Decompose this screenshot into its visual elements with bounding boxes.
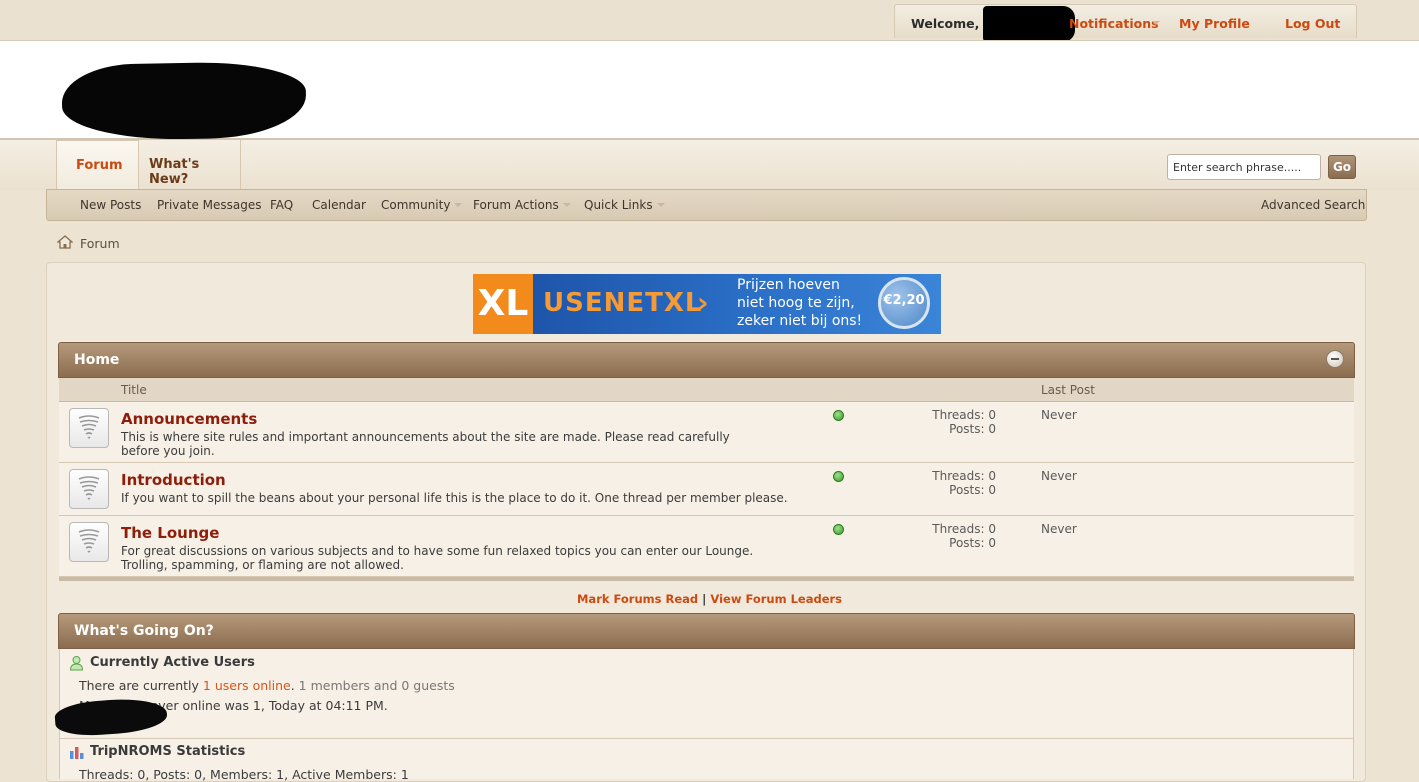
forum-description: For great discussions on various subject…: [121, 544, 754, 572]
banner-xl-logo: XL: [473, 274, 533, 334]
search-go-button[interactable]: Go: [1328, 155, 1356, 179]
forum-actions-menu[interactable]: Forum Actions: [473, 198, 571, 212]
forum-status-icon: [69, 522, 109, 562]
faq-link[interactable]: FAQ: [270, 198, 293, 212]
check-circle-icon: [833, 524, 844, 535]
forum-description: If you want to spill the beans about you…: [121, 491, 788, 505]
column-title: Title: [121, 383, 147, 397]
forum-title-announcements[interactable]: Announcements: [121, 410, 257, 428]
sub-navigation: New Posts Private Messages FAQ Calendar …: [46, 189, 1367, 221]
chevron-down-icon[interactable]: [1152, 21, 1160, 25]
online-prefix: There are currently: [79, 678, 203, 693]
forum-status-icon: [69, 469, 109, 509]
home-block-title: Home: [74, 352, 120, 368]
users-online-link[interactable]: 1 users online: [203, 678, 291, 693]
home-block-header: Home: [58, 342, 1355, 378]
chevron-down-icon: [454, 203, 463, 207]
link-separator: |: [702, 592, 707, 606]
thread-count: Threads: 0: [932, 469, 996, 483]
divider: [59, 738, 1354, 739]
forum-status-icon: [69, 408, 109, 448]
top-bar: Welcome, Notifications My Profile Log Ou…: [0, 0, 1419, 42]
calendar-link[interactable]: Calendar: [312, 198, 366, 212]
forum-column-header: Title Last Post: [59, 378, 1354, 402]
banner-line-1: Prijzen hoeven: [737, 277, 840, 293]
last-post: Never: [1041, 469, 1077, 483]
post-count: Posts: 0: [949, 422, 996, 436]
banner-brand: USENETXL: [543, 288, 703, 318]
statistics-heading: TripNROMS Statistics: [90, 744, 246, 759]
forum-actions-label: Forum Actions: [473, 198, 559, 212]
usenetxl-ad-banner[interactable]: XL USENETXL › Prijzen hoeven niet hoog t…: [473, 274, 941, 334]
private-messages-link[interactable]: Private Messages: [157, 198, 262, 212]
chevron-right-icon: ›: [697, 286, 709, 319]
new-posts-link[interactable]: New Posts: [80, 198, 141, 212]
online-summary: There are currently 1 users online. 1 me…: [79, 678, 455, 693]
tab-forum[interactable]: Forum: [56, 140, 139, 189]
bar-chart-icon: [70, 747, 84, 759]
block-footer-bar: [59, 577, 1354, 581]
welcome-box: Welcome, Notifications My Profile Log Ou…: [894, 4, 1357, 42]
thread-count: Threads: 0: [932, 522, 996, 536]
check-circle-icon: [833, 471, 844, 482]
active-users-heading: Currently Active Users: [90, 655, 255, 670]
forum-row: The Lounge For great discussions on vari…: [59, 516, 1354, 577]
forum-description: This is where site rules and important a…: [121, 430, 730, 458]
banner-price: €2,20: [883, 293, 925, 308]
last-post: Never: [1041, 522, 1077, 536]
online-detail: 1 members and 0 guests: [298, 678, 455, 693]
tab-forum-label: Forum: [76, 158, 123, 173]
site-logo-redaction[interactable]: [61, 60, 307, 142]
log-out-link[interactable]: Log Out: [1285, 16, 1340, 31]
view-forum-leaders-link[interactable]: View Forum Leaders: [710, 592, 842, 606]
search-input[interactable]: [1167, 154, 1321, 180]
notifications-link[interactable]: Notifications: [1069, 16, 1159, 31]
user-icon: [69, 656, 84, 671]
site-header: [0, 40, 1419, 142]
forum-title-the-lounge[interactable]: The Lounge: [121, 524, 219, 542]
forum-footer-links: Mark Forums Read | View Forum Leaders: [0, 592, 1419, 606]
welcome-text: Welcome,: [911, 16, 980, 31]
collapse-icon[interactable]: [1326, 350, 1344, 368]
last-post: Never: [1041, 408, 1077, 422]
quick-links-menu[interactable]: Quick Links: [584, 198, 665, 212]
tab-whats-new[interactable]: What's New?: [139, 140, 241, 189]
home-icon[interactable]: [57, 235, 73, 249]
tab-whats-new-label: What's New?: [149, 157, 200, 187]
wgo-title: What's Going On?: [74, 623, 214, 639]
check-circle-icon: [833, 410, 844, 421]
username-redaction: [983, 6, 1075, 42]
online-suffix: .: [290, 678, 299, 693]
forum-row: Announcements This is where site rules a…: [59, 402, 1354, 463]
post-count: Posts: 0: [949, 536, 996, 550]
chevron-down-icon: [656, 203, 665, 207]
my-profile-link[interactable]: My Profile: [1179, 16, 1250, 31]
forum-row: Introduction If you want to spill the be…: [59, 463, 1354, 516]
thread-count: Threads: 0: [932, 408, 996, 422]
breadcrumb-forum[interactable]: Forum: [80, 236, 120, 251]
mark-forums-read-link[interactable]: Mark Forums Read: [577, 592, 698, 606]
quick-links-label: Quick Links: [584, 198, 653, 212]
wgo-block-header: What's Going On?: [58, 613, 1355, 649]
community-menu[interactable]: Community: [381, 198, 463, 212]
banner-line-3: zeker niet bij ons!: [737, 313, 863, 329]
post-count: Posts: 0: [949, 483, 996, 497]
column-last-post: Last Post: [1041, 383, 1095, 397]
advanced-search-link[interactable]: Advanced Search: [1261, 198, 1365, 212]
chevron-down-icon: [562, 203, 571, 207]
community-label: Community: [381, 198, 451, 212]
magnifier-price-icon: €2,20: [878, 277, 930, 329]
banner-line-2: niet hoog te zijn,: [737, 295, 855, 311]
forum-title-introduction[interactable]: Introduction: [121, 471, 226, 489]
statistics-line: Threads: 0, Posts: 0, Members: 1, Active…: [79, 767, 409, 782]
